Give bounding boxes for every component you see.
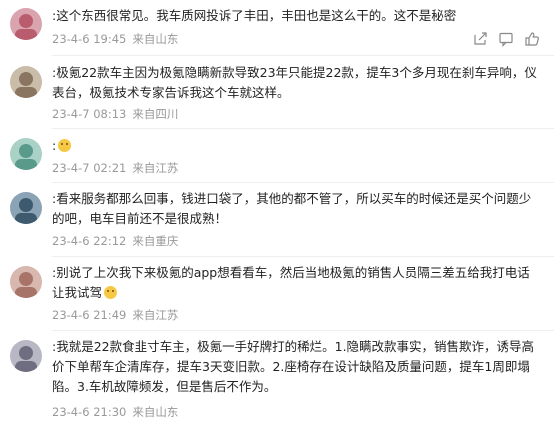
- comment-icon[interactable]: [498, 31, 514, 47]
- comment-date: 23-4-6 19:45: [52, 32, 127, 46]
- comment-text: :极氪22款车主因为极氪隐瞒新款导致23年只能提22款，提车3个多月现在刹车异响…: [52, 63, 542, 103]
- avatar[interactable]: [10, 266, 42, 298]
- comment-actions: [472, 31, 540, 47]
- comment-location: 来自重庆: [132, 234, 179, 248]
- comment-date: 23-4-7 08:13: [52, 107, 127, 121]
- avatar[interactable]: [10, 8, 42, 40]
- divider: [52, 55, 554, 56]
- comment-content: :极氪22款车主因为极氪隐瞒新款导致23年只能提22款，提车3个多月现在刹车异响…: [52, 65, 537, 100]
- avatar[interactable]: [10, 192, 42, 224]
- comment-location: 来自山东: [132, 405, 179, 419]
- comment-location: 来自江苏: [132, 308, 179, 322]
- comment-meta: 23-4-6 22:12 来自重庆: [52, 233, 184, 249]
- divider: [52, 330, 554, 331]
- tongue-emoji-icon: [104, 286, 118, 299]
- comment-text: :这个东西很常见。我车质网投诉了丰田，丰田也是这么干的。这不是秘密: [52, 6, 542, 26]
- comment-content: :我就是22款食韭寸车主，极氪一手好牌打的稀烂。1.隐瞒改款事实，销售欺诈，诱导…: [52, 339, 535, 394]
- comment-content: :看来服务都那么回事，钱进口袋了，其他的都不管了，所以买车的时候还是买个问题少的…: [52, 191, 532, 226]
- comment-location: 来自山东: [132, 32, 179, 46]
- share-icon[interactable]: [472, 31, 488, 47]
- comment-date: 23-4-6 22:12: [52, 234, 127, 248]
- comment-location: 来自四川: [132, 107, 179, 121]
- comment-text: :我就是22款食韭寸车主，极氪一手好牌打的稀烂。1.隐瞒改款事实，销售欺诈，诱导…: [52, 337, 542, 397]
- comment-meta: 23-4-6 21:49 来自江苏: [52, 307, 184, 323]
- like-icon[interactable]: [524, 31, 540, 47]
- smile-emoji-icon: [58, 139, 72, 152]
- divider: [52, 128, 554, 129]
- comment-content: :别说了上次我下来极氪的app想看看车，然后当地极氪的销售人员隔三差五给我打电话…: [52, 265, 530, 300]
- comment-feed: :这个东西很常见。我车质网投诉了丰田，丰田也是这么干的。这不是秘密 23-4-6…: [0, 0, 554, 424]
- comment-date: 23-4-6 21:30: [52, 405, 127, 419]
- avatar[interactable]: [10, 340, 42, 372]
- divider: [52, 256, 554, 257]
- comment-date: 23-4-7 02:21: [52, 161, 127, 175]
- comment-content: :这个东西很常见。我车质网投诉了丰田，丰田也是这么干的。这不是秘密: [52, 8, 457, 23]
- comment-date: 23-4-6 21:49: [52, 308, 127, 322]
- comment-text: :: [52, 136, 542, 156]
- divider: [52, 182, 554, 183]
- comment-text: :别说了上次我下来极氪的app想看看车，然后当地极氪的销售人员隔三差五给我打电话…: [52, 263, 542, 303]
- avatar[interactable]: [10, 138, 42, 170]
- comment-meta: 23-4-6 21:30 来自山东: [52, 404, 184, 420]
- comment-meta: 23-4-6 19:45 来自山东: [52, 31, 184, 47]
- comment-meta: 23-4-7 02:21 来自江苏: [52, 160, 184, 176]
- comment-content: :: [52, 138, 57, 153]
- avatar[interactable]: [10, 66, 42, 98]
- comment-location: 来自江苏: [132, 161, 179, 175]
- comment-text: :看来服务都那么回事，钱进口袋了，其他的都不管了，所以买车的时候还是买个问题少的…: [52, 189, 542, 229]
- comment-meta: 23-4-7 08:13 来自四川: [52, 106, 184, 122]
